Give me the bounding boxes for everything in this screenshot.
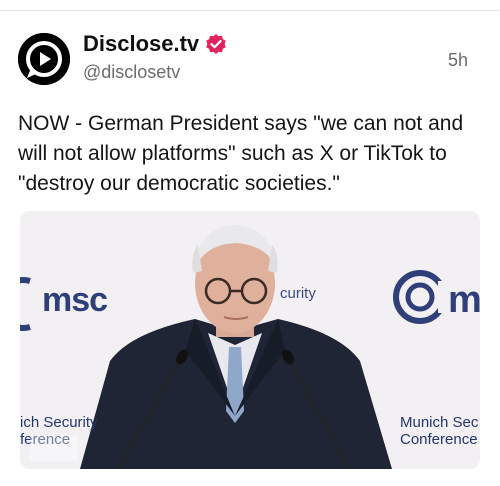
caption-right-line-1: Munich Sec <box>400 414 479 431</box>
msc-logo-mid: curity <box>280 285 316 302</box>
caption-right-line-2: Conference <box>400 431 478 448</box>
post-timestamp[interactable]: 5h <box>448 50 468 71</box>
verified-badge-icon <box>206 34 226 54</box>
play-logo-icon <box>18 33 70 85</box>
author-name[interactable]: Disclose.tv <box>83 31 199 57</box>
author-handle[interactable]: @disclosetv <box>83 62 180 83</box>
post-media-image[interactable]: msc curity m ich Security ference Munich… <box>20 211 480 469</box>
caption-left-line-1: ich Security <box>20 414 98 431</box>
msc-logo-left: msc <box>42 281 108 319</box>
post-text: NOW - German President says "we can not … <box>18 112 464 195</box>
top-divider <box>0 0 500 11</box>
video-watermark <box>30 435 78 461</box>
author-name-row: Disclose.tv <box>83 31 227 57</box>
msc-logo-right: m <box>448 279 480 321</box>
avatar[interactable] <box>18 33 70 85</box>
caption-right: Munich Sec Conference <box>400 414 478 448</box>
